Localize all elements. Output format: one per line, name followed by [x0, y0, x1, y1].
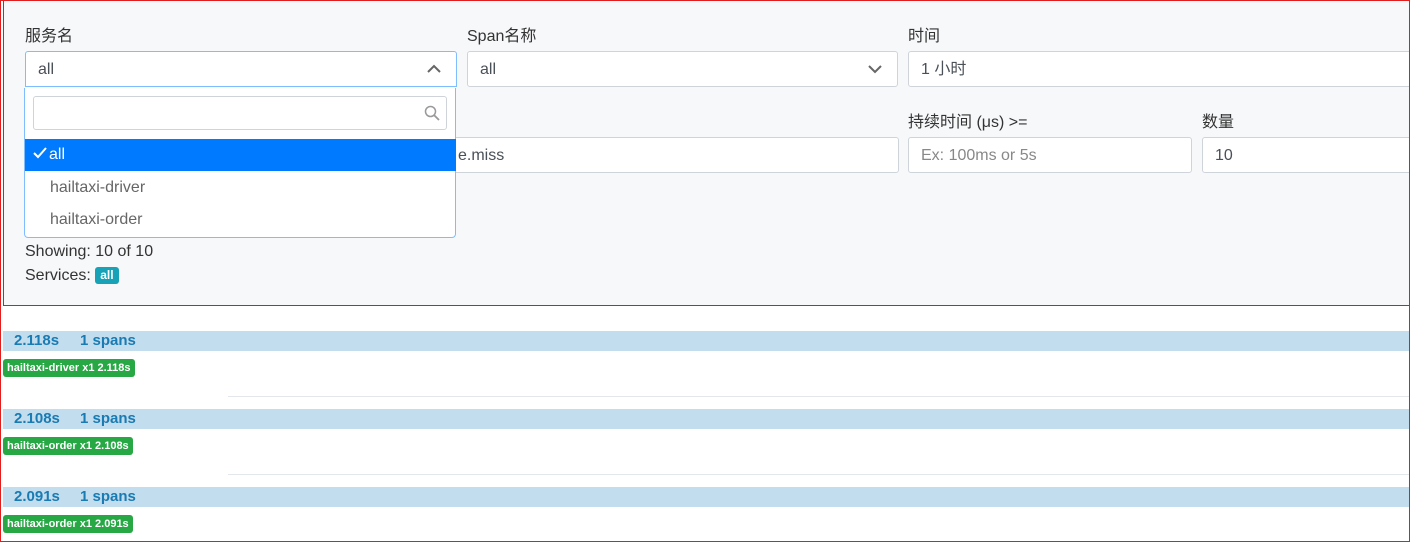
search-icon — [424, 105, 440, 121]
duration-label: 持续时间 (μs) >= — [908, 114, 1028, 131]
services-all-badge[interactable]: all — [95, 267, 119, 285]
dropdown-item-hailtaxi-order[interactable]: hailtaxi-order — [25, 204, 456, 236]
service-duration-badge: hailtaxi-order x1 2.091s — [3, 515, 133, 533]
check-icon — [33, 139, 49, 171]
trace-duration: 2.108s — [14, 410, 60, 427]
trace-span-count: 1 spans — [80, 410, 136, 427]
trace-divider — [228, 396, 1410, 397]
chevron-down-icon — [868, 65, 882, 74]
trace-span-count: 1 spans — [80, 488, 136, 505]
service-duration-badge: hailtaxi-order x1 2.108s — [3, 437, 133, 455]
dropdown-item-all[interactable]: all — [25, 139, 456, 171]
services-label: Services: — [25, 267, 91, 284]
dropdown-item-label: all — [49, 146, 66, 163]
span-name-value: all — [480, 61, 497, 78]
span-name-select[interactable]: all — [467, 51, 898, 87]
trace-duration: 2.091s — [14, 488, 60, 505]
time-value: 1 小时 — [921, 61, 967, 78]
chevron-up-icon — [427, 64, 441, 73]
span-name-label: Span名称 — [467, 28, 537, 45]
tags-input-value: e.miss — [458, 147, 505, 164]
trace-span-count: 1 spans — [80, 332, 136, 349]
duration-input[interactable]: Ex: 100ms or 5s — [908, 137, 1192, 173]
dropdown-item-hailtaxi-driver[interactable]: hailtaxi-driver — [25, 172, 456, 204]
duration-placeholder: Ex: 100ms or 5s — [921, 147, 1037, 164]
time-label: 时间 — [908, 28, 941, 45]
trace-summary-bar[interactable]: 2.108s 1 spans — [3, 409, 1410, 429]
count-value: 10 — [1215, 147, 1233, 164]
trace-duration: 2.118s — [14, 332, 60, 349]
showing-count: Showing: 10 of 10 — [25, 243, 154, 260]
dropdown-item-label: hailtaxi-driver — [50, 179, 146, 196]
dropdown-search-input[interactable] — [33, 96, 447, 130]
trace-summary-bar[interactable]: 2.091s 1 spans — [3, 487, 1410, 507]
service-name-label: 服务名 — [25, 28, 74, 45]
trace-summary-bar[interactable]: 2.118s 1 spans — [3, 331, 1410, 351]
service-duration-badge: hailtaxi-driver x1 2.118s — [3, 359, 135, 377]
count-label: 数量 — [1202, 114, 1235, 131]
tags-input[interactable]: e.miss — [434, 137, 899, 173]
service-name-dropdown: all hailtaxi-driver hailtaxi-order — [24, 88, 456, 238]
service-name-select[interactable]: all — [25, 51, 457, 87]
trace-divider — [228, 474, 1410, 475]
time-select[interactable]: 1 小时 — [908, 51, 1410, 87]
service-name-value: all — [38, 61, 55, 78]
dropdown-item-label: hailtaxi-order — [50, 211, 143, 228]
services-summary: Services: all — [25, 267, 119, 285]
count-input[interactable]: 10 — [1202, 137, 1410, 173]
